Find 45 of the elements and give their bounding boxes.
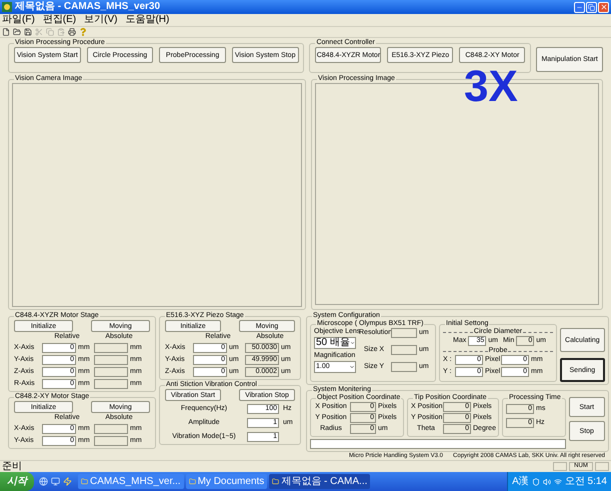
input-field[interactable] xyxy=(391,328,417,338)
ime-indicator[interactable]: A漢 xyxy=(512,476,529,486)
folder-icon xyxy=(272,478,280,485)
close-button[interactable] xyxy=(598,2,609,12)
restore-icon xyxy=(588,4,595,10)
printer-icon[interactable] xyxy=(68,28,76,36)
dropdown[interactable]: 50 배율 xyxy=(314,337,356,349)
menu-item[interactable]: 편집(E) xyxy=(42,14,76,26)
taskbar-button[interactable]: 제목없음 - CAMA... xyxy=(269,474,370,489)
taskbar-button[interactable]: CAMAS_MHS_ver... xyxy=(78,474,184,489)
globe-icon[interactable] xyxy=(39,477,48,486)
network-icon[interactable] xyxy=(554,478,562,486)
input-field[interactable] xyxy=(94,367,128,377)
new-file-icon[interactable] xyxy=(2,28,10,36)
desktop-icon[interactable] xyxy=(51,477,60,486)
message-field[interactable] xyxy=(310,439,566,449)
shield-icon[interactable] xyxy=(532,478,540,486)
restore-button[interactable] xyxy=(586,2,597,12)
input-field[interactable] xyxy=(391,362,417,372)
menu-item[interactable]: 보기(V) xyxy=(84,14,118,26)
taskbar-button[interactable]: My Documents xyxy=(186,474,268,489)
input-field[interactable] xyxy=(94,436,128,446)
clock: 오전 5:14 xyxy=(564,476,607,486)
menu-item[interactable]: 도움말(H) xyxy=(125,14,170,26)
app-icon xyxy=(2,2,12,12)
open-folder-icon[interactable] xyxy=(13,28,21,36)
zoom-overlay-text: 3X xyxy=(464,67,518,107)
input-field[interactable] xyxy=(94,355,128,365)
status-pane xyxy=(595,462,609,471)
folder-icon xyxy=(188,478,196,485)
question-icon[interactable] xyxy=(79,28,87,36)
window-title: 제목없음 - CAMAS_MHS_ver30 xyxy=(15,1,160,13)
status-pane xyxy=(553,462,567,471)
folder-icon xyxy=(81,478,88,485)
input-field[interactable] xyxy=(94,343,128,353)
close-icon xyxy=(600,3,608,11)
menu-item[interactable]: 파일(F) xyxy=(2,14,35,26)
input-field[interactable] xyxy=(94,379,128,389)
status-text: 준비 xyxy=(2,461,22,472)
input-field[interactable] xyxy=(94,424,128,434)
speaker-icon[interactable] xyxy=(542,478,551,486)
save-icon[interactable] xyxy=(24,28,32,36)
input-field[interactable] xyxy=(391,345,417,355)
minimize-button[interactable] xyxy=(574,2,585,12)
lightning-icon[interactable] xyxy=(63,477,72,486)
